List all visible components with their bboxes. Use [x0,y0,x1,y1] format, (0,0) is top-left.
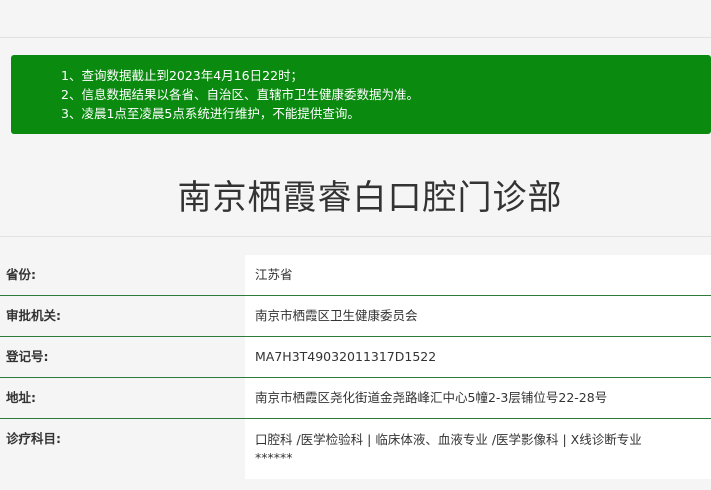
approval-authority-label: 审批机关: [0,296,245,336]
registration-number-value: MA7H3T49032011317D1522 [245,337,711,377]
info-row-address: 地址: 南京市栖霞区尧化街道金尧路峰汇中心5幢2-3层铺位号22-28号 [0,378,711,419]
info-row-registration: 登记号: MA7H3T49032011317D1522 [0,337,711,378]
province-label: 省份: [0,255,245,295]
departments-line-2: ****** [255,450,293,465]
registration-number-label: 登记号: [0,337,245,377]
info-table: 省份: 江苏省 审批机关: 南京市栖霞区卫生健康委员会 登记号: MA7H3T4… [0,255,711,489]
info-row-province: 省份: 江苏省 [0,255,711,296]
address-label: 地址: [0,378,245,418]
notice-line-2: 2、信息数据结果以各省、自治区、直辖市卫生健康委数据为准。 [61,87,419,102]
province-value: 江苏省 [245,255,711,295]
address-value: 南京市栖霞区尧化街道金尧路峰汇中心5幢2-3层铺位号22-28号 [245,378,711,418]
notice-line-1: 1、查询数据截止到2023年4月16日22时； [61,68,304,83]
notice-banner: 1、查询数据截止到2023年4月16日22时； 2、信息数据结果以各省、自治区、… [11,55,711,134]
title-divider [0,236,711,237]
page-title: 南京栖霞睿白口腔门诊部 [177,178,563,218]
top-divider [0,37,711,38]
notice-line-3: 3、凌晨1点至凌晨5点系统进行维护，不能提供查询。 [61,106,360,121]
info-row-approval: 审批机关: 南京市栖霞区卫生健康委员会 [0,296,711,337]
departments-line-1: 口腔科 /医学检验科 | 临床体液、血液专业 /医学影像科 | X线诊断专业 [255,432,642,447]
page-bottom [0,479,711,490]
approval-authority-value: 南京市栖霞区卫生健康委员会 [245,296,711,336]
